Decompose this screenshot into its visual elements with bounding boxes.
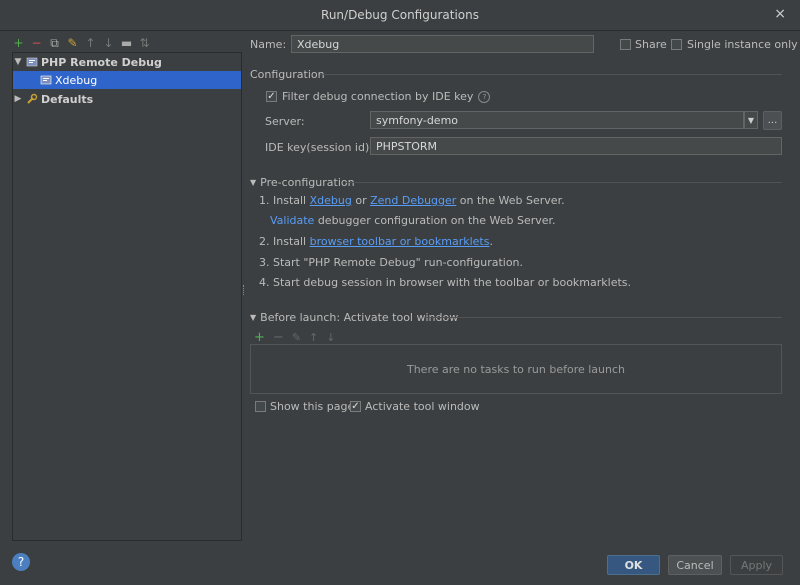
step-1-or: or [351, 194, 371, 207]
preconfig-separator [345, 182, 782, 183]
filter-ide-key-label: Filter debug connection by IDE key ? [282, 90, 491, 103]
activate-tool-window-checkbox[interactable]: ✓ [350, 401, 361, 412]
move-up-icon[interactable]: ↑ [84, 37, 97, 50]
validate-row: Validate debugger configuration on the W… [270, 214, 556, 227]
tree-item-label: Xdebug [55, 73, 98, 87]
preconfig-toggle[interactable]: ▼ Pre-configuration [250, 176, 355, 189]
configuration-separator [320, 74, 782, 75]
apply-button[interactable]: Apply [730, 555, 783, 575]
move-down-icon[interactable]: ↓ [102, 37, 115, 50]
single-instance-label: Single instance only [687, 38, 798, 51]
sort-icon[interactable]: ⇅ [138, 37, 151, 50]
before-launch-toolbar: + − ✎ ↑ ↓ [254, 330, 335, 345]
cancel-button[interactable]: Cancel [668, 555, 722, 575]
step-1-prefix: 1. Install [259, 194, 310, 207]
server-dropdown-icon[interactable]: ▼ [744, 111, 758, 129]
single-instance-checkbox[interactable] [671, 39, 682, 50]
folder-icon[interactable]: ▬ [120, 37, 133, 50]
php-debug-icon [40, 74, 52, 86]
tree-group-label: PHP Remote Debug [41, 55, 162, 69]
close-icon[interactable]: × [774, 6, 786, 22]
step-2-suffix: . [489, 235, 493, 248]
before-launch-separator [425, 317, 782, 318]
server-more-button[interactable]: ... [763, 111, 782, 130]
tree-item-xdebug[interactable]: Xdebug [13, 71, 241, 89]
move-up-icon[interactable]: ↑ [309, 331, 318, 344]
remove-icon[interactable]: − [30, 37, 43, 50]
ide-key-label: IDE key(session id): [265, 141, 373, 154]
server-label: Server: [265, 115, 305, 128]
name-value: Xdebug [297, 37, 340, 51]
filter-ide-key-text: Filter debug connection by IDE key [282, 90, 474, 103]
name-label: Name: [250, 38, 287, 51]
edit-task-icon[interactable]: ✎ [292, 331, 301, 344]
server-value: symfony-demo [376, 113, 459, 127]
before-launch-task-list[interactable]: There are no tasks to run before launch [250, 344, 782, 394]
empty-tasks-text: There are no tasks to run before launch [406, 362, 626, 376]
share-checkbox[interactable] [620, 39, 631, 50]
activate-tool-window-label: Activate tool window [365, 400, 480, 413]
xdebug-link[interactable]: Xdebug [310, 194, 352, 207]
show-this-page-label: Show this page [270, 400, 355, 413]
window-title: Run/Debug Configurations [321, 8, 479, 22]
help-hint-icon[interactable]: ? [478, 90, 491, 103]
tree-defaults-label: Defaults [41, 92, 94, 106]
step-1: 1. Install Xdebug or Zend Debugger on th… [259, 194, 565, 207]
step-2-prefix: 2. Install [259, 235, 310, 248]
preconfig-heading: Pre-configuration [260, 176, 355, 189]
name-field[interactable]: Xdebug [291, 35, 594, 53]
php-debug-icon [26, 56, 38, 68]
ide-key-field[interactable]: PHPSTORM [370, 137, 782, 155]
collapse-arrow-icon: ▼ [250, 313, 257, 322]
wrench-icon [26, 93, 38, 105]
validate-suffix: debugger configuration on the Web Server… [314, 214, 556, 227]
browser-toolbar-link[interactable]: browser toolbar or bookmarklets [310, 235, 490, 248]
ok-button[interactable]: OK [607, 555, 660, 575]
step-1-suffix: on the Web Server. [456, 194, 565, 207]
step-3: 3. Start "PHP Remote Debug" run-configur… [259, 256, 524, 269]
collapsed-arrow-icon[interactable]: ▶ [13, 94, 23, 104]
run-debug-dialog: Run/Debug Configurations × + − ⧉ ✎ ↑ ↓ ▬ ⇅ ▼ PH… [0, 0, 800, 585]
copy-icon[interactable]: ⧉ [48, 37, 61, 50]
title-bar[interactable]: Run/Debug Configurations × [0, 0, 800, 31]
config-toolbar: + − ⧉ ✎ ↑ ↓ ▬ ⇅ [12, 34, 151, 52]
edit-defaults-icon[interactable]: ✎ [66, 37, 79, 50]
tree-group-defaults[interactable]: ▶ Defaults [13, 90, 241, 108]
help-icon[interactable]: ? [12, 553, 30, 571]
move-down-icon[interactable]: ↓ [326, 331, 335, 344]
validate-link[interactable]: Validate [270, 214, 314, 227]
tree-group-php-remote-debug[interactable]: ▼ PHP Remote Debug [13, 53, 241, 71]
step-4: 4. Start debug session in browser with t… [259, 276, 632, 289]
expanded-arrow-icon[interactable]: ▼ [13, 57, 23, 67]
configuration-heading: Configuration [250, 68, 325, 81]
share-label: Share [635, 38, 667, 51]
zend-debugger-link[interactable]: Zend Debugger [370, 194, 456, 207]
show-this-page-checkbox[interactable] [255, 401, 266, 412]
ide-key-value: PHPSTORM [376, 139, 438, 153]
config-tree[interactable]: ▼ PHP Remote Debug Xdebug ▶ Defaults [12, 52, 242, 541]
add-task-icon[interactable]: + [254, 330, 265, 345]
filter-ide-key-checkbox[interactable]: ✓ [266, 91, 277, 102]
remove-task-icon[interactable]: − [273, 330, 284, 345]
collapse-arrow-icon: ▼ [250, 178, 257, 187]
add-icon[interactable]: + [12, 37, 25, 50]
server-select[interactable]: symfony-demo [370, 111, 744, 129]
splitter-handle[interactable] [243, 285, 246, 295]
step-2: 2. Install browser toolbar or bookmarkle… [259, 235, 493, 248]
